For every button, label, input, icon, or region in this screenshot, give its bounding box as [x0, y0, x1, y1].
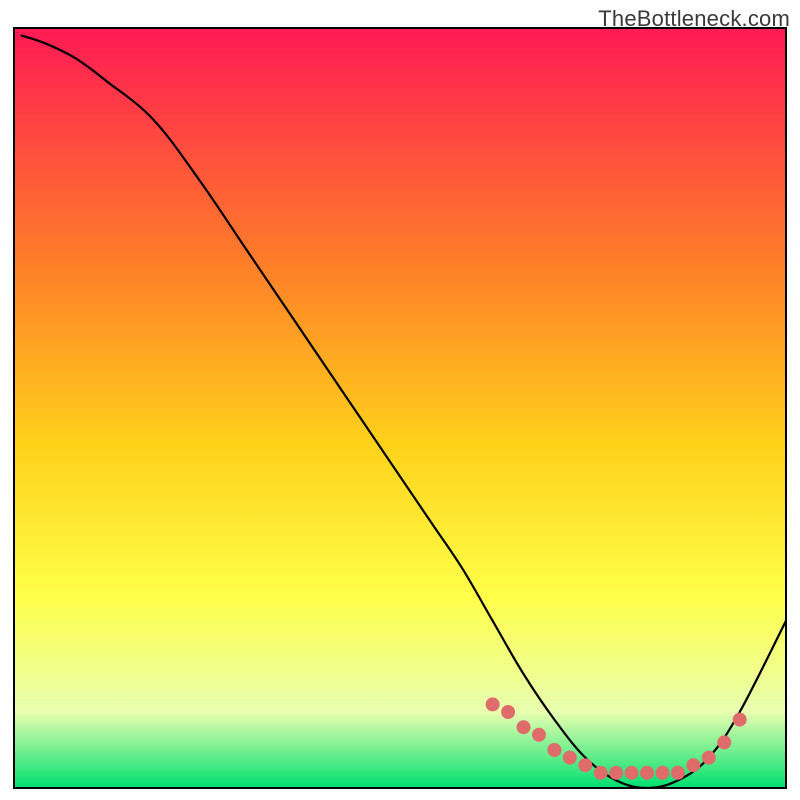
marker-dot [625, 766, 639, 780]
marker-dot [671, 766, 685, 780]
marker-dot [547, 743, 561, 757]
marker-dot [517, 720, 531, 734]
bottleneck-chart [0, 0, 800, 800]
marker-dot [717, 735, 731, 749]
marker-dot [532, 728, 546, 742]
watermark-text: TheBottleneck.com [598, 6, 790, 32]
gradient-background [14, 28, 786, 788]
marker-dot [640, 766, 654, 780]
marker-dot [702, 751, 716, 765]
marker-dot [578, 758, 592, 772]
marker-dot [655, 766, 669, 780]
marker-dot [486, 697, 500, 711]
marker-dot [594, 766, 608, 780]
marker-dot [501, 705, 515, 719]
marker-dot [609, 766, 623, 780]
marker-dot [563, 751, 577, 765]
chart-stage: TheBottleneck.com [0, 0, 800, 800]
marker-dot [686, 758, 700, 772]
marker-dot [733, 713, 747, 727]
